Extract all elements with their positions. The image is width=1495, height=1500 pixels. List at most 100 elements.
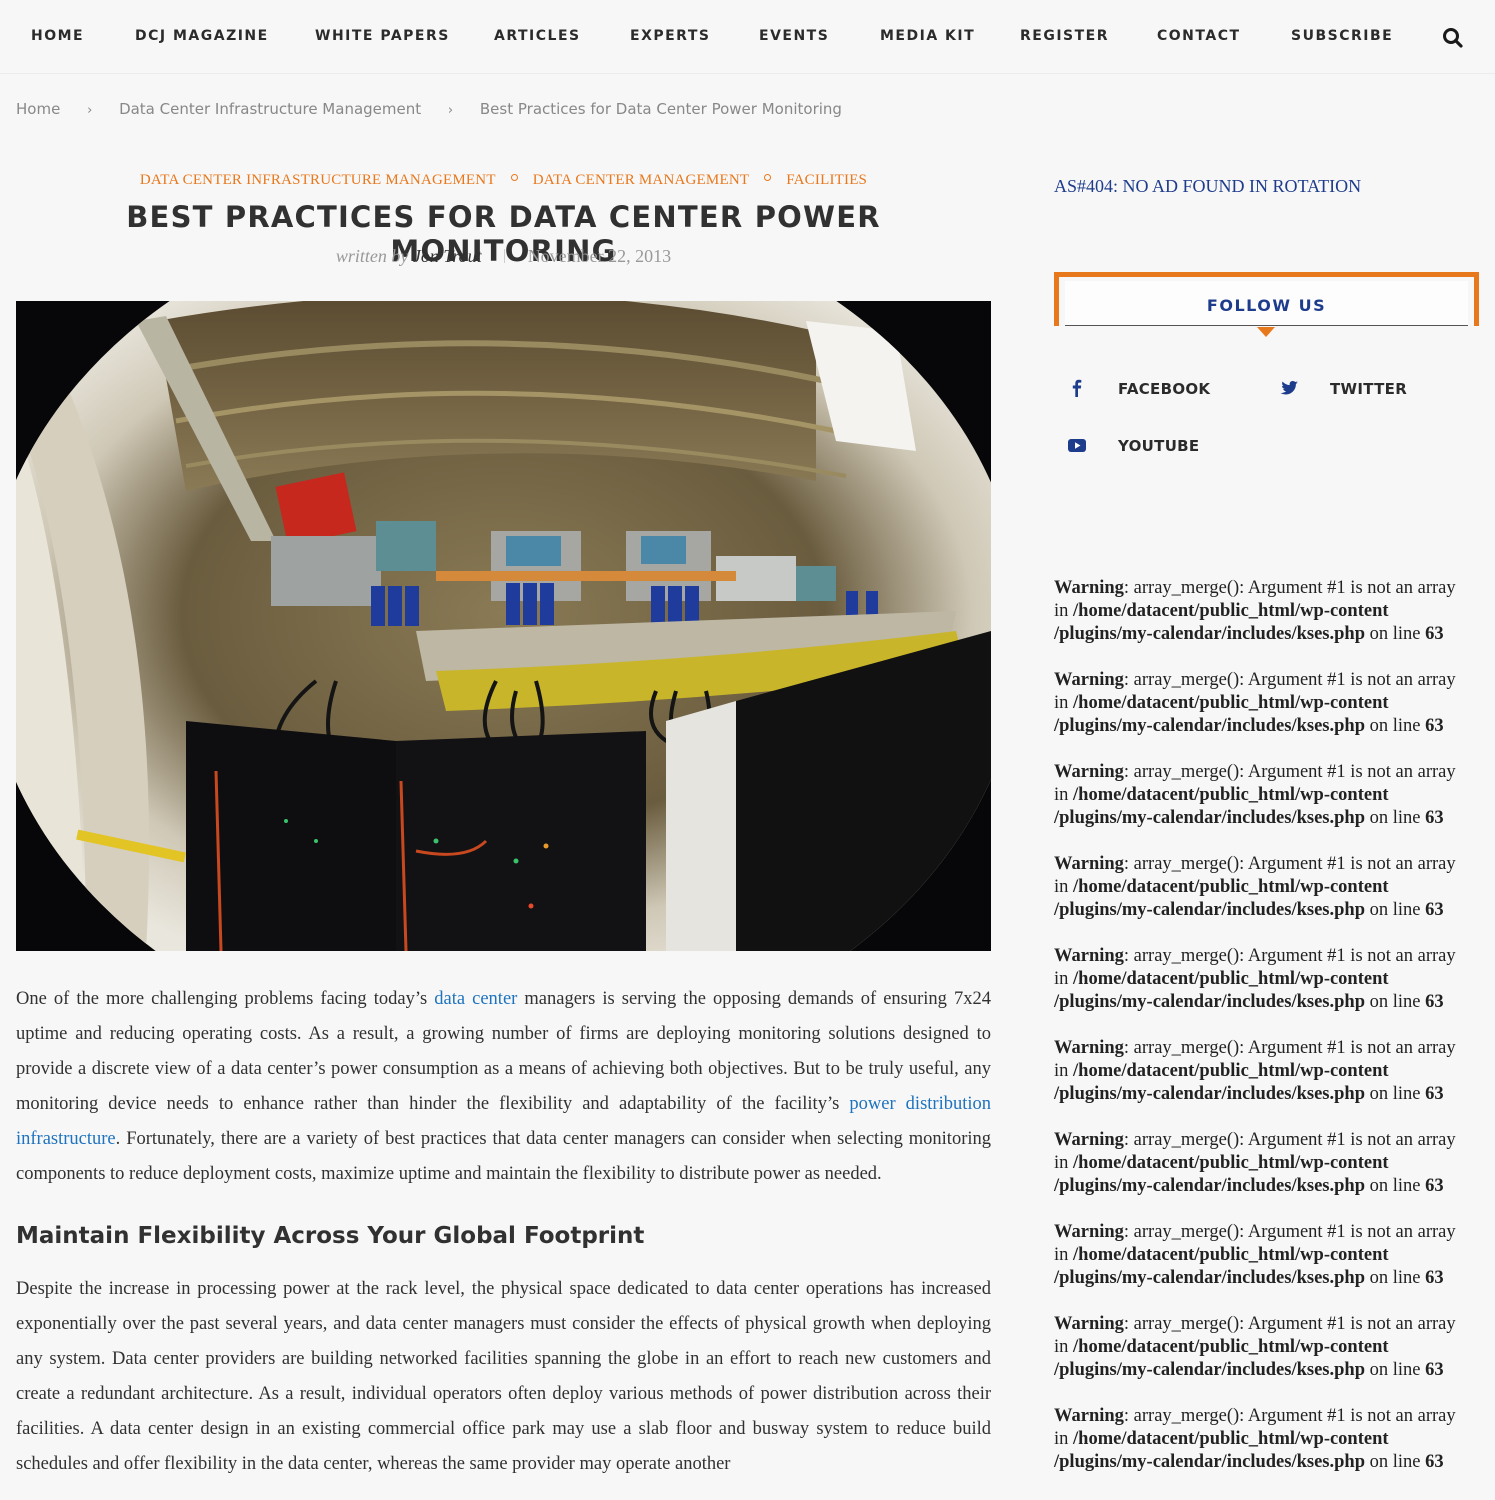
php-warning: Warning: array_merge(): Argument #1 is n… xyxy=(1054,1037,1484,1106)
warning-message: : array_merge(): Argument #1 is not an a… xyxy=(1123,1038,1456,1058)
category-link-facilities[interactable]: FACILITIES xyxy=(786,172,867,188)
warning-label: Warning xyxy=(1054,578,1124,598)
data-center-photo xyxy=(16,301,991,951)
nav-register[interactable]: REGISTER xyxy=(1020,28,1109,44)
data-center-link[interactable]: data center xyxy=(434,989,517,1009)
author-link[interactable]: Jon Trout xyxy=(413,246,482,266)
warning-line-number: 63 xyxy=(1425,992,1444,1012)
warning-path: /home/datacent/public_html/wp-content xyxy=(1073,877,1389,897)
warning-label: Warning xyxy=(1054,1314,1124,1334)
warning-message: : array_merge(): Argument #1 is not an a… xyxy=(1123,1406,1456,1426)
warning-line-number: 63 xyxy=(1425,1268,1444,1288)
ad-placeholder[interactable]: AS#404: NO AD FOUND IN ROTATION xyxy=(1054,176,1361,197)
search-icon xyxy=(1443,28,1463,48)
warning-label: Warning xyxy=(1054,1130,1124,1150)
warning-label: Warning xyxy=(1054,1406,1124,1426)
warning-line-number: 63 xyxy=(1425,1176,1444,1196)
category-separator xyxy=(510,174,518,181)
category-link-dcim[interactable]: DATA CENTER INFRASTRUCTURE MANAGEMENT xyxy=(140,172,496,188)
warning-on-line: on line xyxy=(1365,992,1426,1012)
nav-experts[interactable]: EXPERTS xyxy=(630,28,710,44)
warning-on-line: on line xyxy=(1365,1084,1426,1104)
warning-in: in xyxy=(1054,1245,1074,1265)
section-heading: Maintain Flexibility Across Your Global … xyxy=(16,1223,645,1249)
warning-message: : array_merge(): Argument #1 is not an a… xyxy=(1123,946,1456,966)
warning-line-number: 63 xyxy=(1425,1452,1444,1472)
breadcrumb: Home › Data Center Infrastructure Manage… xyxy=(16,100,842,118)
written-by-label: written by xyxy=(335,246,409,266)
warning-label: Warning xyxy=(1054,854,1124,874)
warning-in: in xyxy=(1054,601,1074,621)
twitter-icon xyxy=(1280,381,1298,395)
warning-label: Warning xyxy=(1054,1038,1124,1058)
warning-on-line: on line xyxy=(1365,1176,1426,1196)
warning-label: Warning xyxy=(1054,946,1124,966)
nav-media-kit[interactable]: MEDIA KIT xyxy=(880,28,975,44)
warning-in: in xyxy=(1054,693,1074,713)
php-warning: Warning: array_merge(): Argument #1 is n… xyxy=(1054,1221,1484,1290)
warning-on-line: on line xyxy=(1365,1452,1426,1472)
breadcrumb-home[interactable]: Home xyxy=(16,100,60,118)
breadcrumb-current: Best Practices for Data Center Power Mon… xyxy=(479,100,842,118)
warning-in: in xyxy=(1054,877,1074,897)
social-label: YOUTUBE xyxy=(1118,437,1200,455)
warning-message: : array_merge(): Argument #1 is not an a… xyxy=(1123,578,1456,598)
php-warning: Warning: array_merge(): Argument #1 is n… xyxy=(1054,669,1484,738)
warning-path: /home/datacent/public_html/wp-content xyxy=(1073,1337,1389,1357)
category-link-dc-management[interactable]: DATA CENTER MANAGEMENT xyxy=(533,172,750,188)
warning-path: /home/datacent/public_html/wp-content xyxy=(1073,1061,1389,1081)
php-warning: Warning: array_merge(): Argument #1 is n… xyxy=(1054,945,1484,1014)
article-body: One of the more challenging problems fac… xyxy=(16,982,991,1482)
facebook-icon xyxy=(1072,379,1082,397)
warning-path: /plugins/my-calendar/includes/kses.php xyxy=(1054,1360,1365,1380)
warning-message: : array_merge(): Argument #1 is not an a… xyxy=(1123,1222,1456,1242)
warning-in: in xyxy=(1054,1061,1074,1081)
warning-message: : array_merge(): Argument #1 is not an a… xyxy=(1123,762,1456,782)
warning-message: : array_merge(): Argument #1 is not an a… xyxy=(1123,1314,1456,1334)
search-button[interactable] xyxy=(1441,26,1465,50)
warning-path: /plugins/my-calendar/includes/kses.php xyxy=(1054,716,1365,736)
warning-line-number: 63 xyxy=(1425,900,1444,920)
warning-on-line: on line xyxy=(1365,1268,1426,1288)
warning-on-line: on line xyxy=(1365,900,1426,920)
warning-path: /plugins/my-calendar/includes/kses.php xyxy=(1054,1268,1365,1288)
warning-in: in xyxy=(1054,1153,1074,1173)
breadcrumb-category[interactable]: Data Center Infrastructure Management xyxy=(119,100,421,118)
main-navigation: HOME DCJ MAGAZINE WHITE PAPERS ARTICLES … xyxy=(0,0,1495,74)
warning-in: in xyxy=(1054,969,1074,989)
publish-date: November 22, 2013 xyxy=(527,246,672,266)
follow-us-title: FOLLOW US xyxy=(1206,296,1327,315)
nav-contact[interactable]: CONTACT xyxy=(1157,28,1241,44)
warning-on-line: on line xyxy=(1365,716,1426,736)
warning-label: Warning xyxy=(1054,670,1124,690)
breadcrumb-separator: › xyxy=(447,103,454,118)
php-warning: Warning: array_merge(): Argument #1 is n… xyxy=(1054,1405,1484,1474)
nav-articles[interactable]: ARTICLES xyxy=(494,28,581,44)
article-paragraph: One of the more challenging problems fac… xyxy=(16,982,991,1192)
nav-white-papers[interactable]: WHITE PAPERS xyxy=(315,28,450,44)
follow-us-widget-header: FOLLOW US xyxy=(1054,272,1479,326)
warning-path: /home/datacent/public_html/wp-content xyxy=(1073,785,1389,805)
warning-path: /plugins/my-calendar/includes/kses.php xyxy=(1054,1176,1365,1196)
nav-dcj-magazine[interactable]: DCJ MAGAZINE xyxy=(135,28,269,44)
article-paragraph: Despite the increase in processing power… xyxy=(16,1279,991,1474)
breadcrumb-separator: › xyxy=(87,103,93,118)
nav-subscribe[interactable]: SUBSCRIBE xyxy=(1291,28,1393,44)
warning-on-line: on line xyxy=(1365,624,1426,644)
warning-label: Warning xyxy=(1054,1222,1124,1242)
text: One of the more challenging problems fac… xyxy=(16,989,435,1009)
category-separator xyxy=(764,174,772,181)
warning-label: Warning xyxy=(1054,762,1124,782)
warning-line-number: 63 xyxy=(1425,1084,1444,1104)
warning-in: in xyxy=(1054,1429,1074,1449)
warning-line-number: 63 xyxy=(1425,716,1444,736)
warning-line-number: 63 xyxy=(1425,808,1444,828)
warning-path: /plugins/my-calendar/includes/kses.php xyxy=(1054,992,1365,1012)
nav-events[interactable]: EVENTS xyxy=(759,28,829,44)
php-warning: Warning: array_merge(): Argument #1 is n… xyxy=(1054,761,1484,830)
php-warnings: Warning: array_merge(): Argument #1 is n… xyxy=(1054,577,1484,1497)
social-label: TWITTER xyxy=(1330,380,1408,398)
warning-in: in xyxy=(1054,1337,1074,1357)
php-warning: Warning: array_merge(): Argument #1 is n… xyxy=(1054,1129,1484,1198)
nav-home[interactable]: HOME xyxy=(31,28,84,44)
